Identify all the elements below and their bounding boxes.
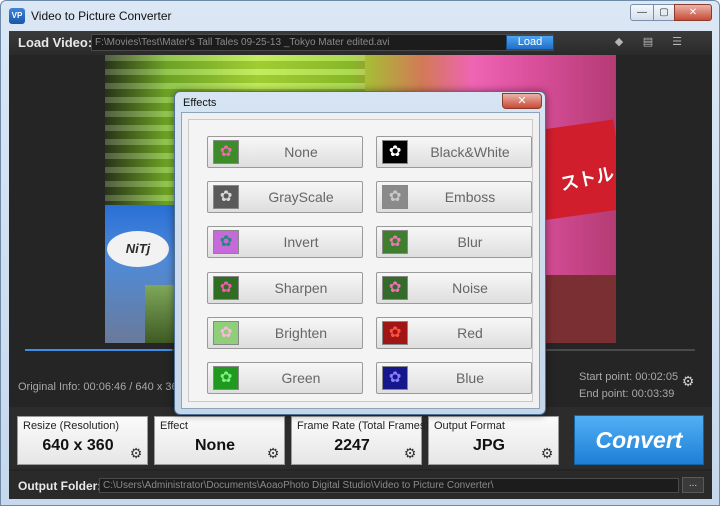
output-format-title: Output Format <box>434 420 505 432</box>
effect-noise-button[interactable]: ✿ Noise <box>376 272 532 304</box>
flower-icon: ✿ <box>219 143 233 160</box>
effect-title: Effect <box>160 420 188 432</box>
frame-rate-box[interactable]: Frame Rate (Total Frames) 2247 ⚙ <box>291 416 429 465</box>
range-settings-gear-icon[interactable]: ⚙ <box>680 373 696 389</box>
effect-red-button[interactable]: ✿ Red <box>376 317 532 349</box>
effect-blue-thumb: ✿ <box>382 366 408 390</box>
effect-blur-thumb: ✿ <box>382 230 408 254</box>
effect-red-thumb: ✿ <box>382 321 408 345</box>
load-video-label: Load Video: <box>18 35 93 50</box>
effect-box[interactable]: Effect None ⚙ <box>154 416 285 465</box>
effect-emboss-button[interactable]: ✿ Emboss <box>376 181 532 213</box>
output-format-gear-icon[interactable]: ⚙ <box>539 445 555 461</box>
frame-rate-gear-icon[interactable]: ⚙ <box>402 445 418 461</box>
browse-button[interactable]: ... <box>682 477 704 493</box>
flower-icon: ✿ <box>388 369 402 386</box>
flower-icon: ✿ <box>388 143 402 160</box>
resize-value: 640 x 360 <box>42 437 114 454</box>
effect-green-button[interactable]: ✿ Green <box>207 362 363 394</box>
effect-blur-label: Blur <box>457 234 483 250</box>
flower-icon: ✿ <box>219 324 233 341</box>
effect-blackwhite-button[interactable]: ✿ Black&White <box>376 136 532 168</box>
close-button[interactable]: ✕ <box>674 4 712 21</box>
preview-red-block <box>545 275 616 343</box>
output-format-value: JPG <box>472 437 505 454</box>
flower-icon: ✿ <box>388 233 402 250</box>
video-path-field[interactable]: F:\Movies\Test\Mater's Tall Tales 09-25-… <box>91 34 554 51</box>
flower-icon: ✿ <box>219 369 233 386</box>
effect-green-thumb: ✿ <box>213 366 239 390</box>
frame-rate-value: 2247 <box>334 437 370 454</box>
effect-none-button[interactable]: ✿ None <box>207 136 363 168</box>
output-format-box[interactable]: Output Format JPG ⚙ <box>428 416 559 465</box>
load-video-bar: Load Video: F:\Movies\Test\Mater's Tall … <box>9 31 712 55</box>
resize-title: Resize (Resolution) <box>23 420 119 432</box>
effect-emboss-thumb: ✿ <box>382 185 408 209</box>
effect-noise-label: Noise <box>452 280 488 296</box>
effect-gear-icon[interactable]: ⚙ <box>265 445 281 461</box>
resize-gear-icon[interactable]: ⚙ <box>128 445 144 461</box>
effect-blackwhite-label: Black&White <box>430 144 510 160</box>
minimize-button[interactable]: — <box>630 4 654 21</box>
preview-logo: NiTj <box>107 231 169 267</box>
list-icon[interactable]: ☰ <box>670 36 684 49</box>
effect-noise-thumb: ✿ <box>382 276 408 300</box>
output-folder-bar: Output Folder: C:\Users\Administrator\Do… <box>9 471 712 499</box>
output-folder-field[interactable]: C:\Users\Administrator\Documents\AoaoPho… <box>99 478 679 493</box>
app-icon: VP <box>9 8 25 24</box>
effect-none-label: None <box>284 144 318 160</box>
load-button[interactable]: Load <box>506 35 554 50</box>
effect-grayscale-label: GrayScale <box>268 189 334 205</box>
effect-blue-label: Blue <box>455 370 485 386</box>
effect-value: None <box>195 437 235 454</box>
resize-box[interactable]: Resize (Resolution) 640 x 360 ⚙ <box>17 416 148 465</box>
original-info: Original Info: 00:06:46 / 640 x 360 / <box>18 381 190 393</box>
flower-icon: ✿ <box>388 324 402 341</box>
frame-rate-title: Frame Rate (Total Frames) <box>297 420 430 432</box>
effect-blur-button[interactable]: ✿ Blur <box>376 226 532 258</box>
effect-brighten-thumb: ✿ <box>213 321 239 345</box>
convert-button[interactable]: Convert <box>574 415 704 465</box>
maximize-button[interactable]: ▢ <box>653 4 675 21</box>
effects-dialog: Effects ✕ ✿ None ✿ Black&White ✿ GraySca… <box>174 91 546 415</box>
chat-icon[interactable]: ▤ <box>641 36 655 49</box>
effect-blue-button[interactable]: ✿ Blue <box>376 362 532 394</box>
effect-sharpen-button[interactable]: ✿ Sharpen <box>207 272 363 304</box>
effect-red-label: Red <box>457 325 483 341</box>
effect-brighten-label: Brighten <box>274 325 328 341</box>
settings-row: Resize (Resolution) 640 x 360 ⚙ Effect N… <box>9 407 712 469</box>
window-title: Video to Picture Converter <box>31 9 172 23</box>
flower-icon: ✿ <box>388 279 402 296</box>
output-folder-label: Output Folder: <box>18 479 102 493</box>
tag-icon[interactable]: ◆ <box>612 36 626 49</box>
effect-none-thumb: ✿ <box>213 140 239 164</box>
title-bar[interactable]: VP Video to Picture Converter — ▢ ✕ <box>1 1 719 31</box>
effects-close-button[interactable]: ✕ <box>502 93 542 109</box>
end-point: End point: 00:03:39 <box>579 388 675 400</box>
flower-icon: ✿ <box>219 279 233 296</box>
flower-icon: ✿ <box>219 233 233 250</box>
timeline-progress <box>25 349 173 351</box>
effect-sharpen-label: Sharpen <box>274 280 328 296</box>
effect-grayscale-thumb: ✿ <box>213 185 239 209</box>
effects-dialog-title: Effects <box>183 97 217 109</box>
start-point: Start point: 00:02:05 <box>579 371 679 383</box>
flower-icon: ✿ <box>388 188 402 205</box>
effect-sharpen-thumb: ✿ <box>213 276 239 300</box>
app-window: VP Video to Picture Converter — ▢ ✕ Load… <box>0 0 720 506</box>
effect-invert-button[interactable]: ✿ Invert <box>207 226 363 258</box>
effects-grid: ✿ None ✿ Black&White ✿ GrayScale ✿ Embos… <box>188 119 533 402</box>
effect-grayscale-button[interactable]: ✿ GrayScale <box>207 181 363 213</box>
effect-brighten-button[interactable]: ✿ Brighten <box>207 317 363 349</box>
effect-blackwhite-thumb: ✿ <box>382 140 408 164</box>
effect-invert-thumb: ✿ <box>213 230 239 254</box>
effects-dialog-body: ✿ None ✿ Black&White ✿ GrayScale ✿ Embos… <box>181 112 540 409</box>
flower-icon: ✿ <box>219 188 233 205</box>
effect-invert-label: Invert <box>283 234 319 250</box>
effect-emboss-label: Emboss <box>444 189 496 205</box>
effect-green-label: Green <box>281 370 321 386</box>
